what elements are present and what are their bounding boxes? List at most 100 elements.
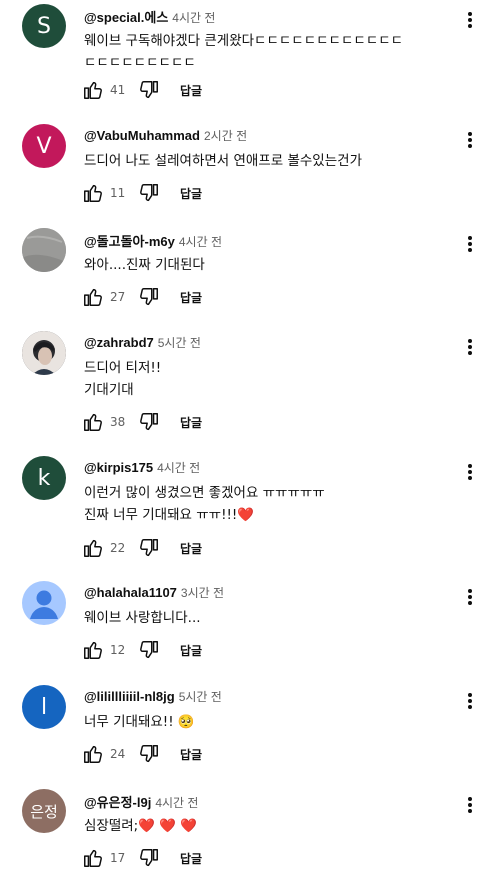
comment-text: 이런거 많이 생겼으면 좋겠어요 ㅠㅠㅠㅠㅠ 진짜 너무 기대돼요 ㅠㅠ!!!❤️	[84, 482, 444, 526]
comment-text: 너무 기대돼요!! 🥺	[84, 711, 444, 733]
comment-text-line: 웨이브 사랑합니다...	[84, 610, 201, 626]
avatar[interactable]	[22, 581, 66, 625]
more-options-icon[interactable]	[466, 130, 474, 152]
comment-text-line: 웨이브 구독해야겠다 큰게왔다ㄷㄷㄷㄷㄷㄷㄷㄷㄷㄷㄷㄷ	[84, 33, 404, 49]
like-count: 41	[110, 83, 126, 97]
more-options-icon[interactable]	[466, 691, 474, 713]
author-name[interactable]: @special.에스	[84, 10, 168, 25]
reply-button[interactable]: 답글	[180, 289, 202, 306]
more-options-icon[interactable]	[466, 337, 474, 359]
like-count: 38	[110, 415, 126, 429]
like-icon[interactable]	[82, 537, 104, 559]
more-options-icon[interactable]	[466, 234, 474, 256]
dislike-icon[interactable]	[138, 411, 160, 433]
comment-text-line: 와아....진짜 기대된다	[84, 257, 205, 273]
avatar-letter: k	[37, 465, 51, 491]
like-icon[interactable]	[82, 182, 104, 204]
avatar[interactable]	[22, 331, 66, 375]
comment-time[interactable]: 5시간 전	[179, 690, 222, 704]
comment-text: 드디어 나도 설레여하면서 연애프로 볼수있는건가	[84, 150, 444, 172]
reply-button[interactable]: 답글	[180, 746, 202, 763]
comment-text-line: 기대기대	[84, 382, 134, 398]
dislike-icon[interactable]	[138, 639, 160, 661]
comment-text-line: 너무 기대돼요!! 🥺	[84, 714, 195, 730]
more-options-icon[interactable]	[466, 587, 474, 609]
author-name[interactable]: @lilillliiiil-nl8jg	[84, 689, 175, 704]
like-icon[interactable]	[82, 79, 104, 101]
avatar[interactable]: l	[22, 685, 66, 729]
comment-header: @돌고돌아-m6y 4시간 전	[84, 231, 222, 250]
avatar[interactable]	[22, 228, 66, 272]
comment-text-line: 심장떨려;❤️ ❤️ ❤️	[84, 818, 198, 834]
like-count: 17	[110, 851, 126, 865]
comment-header: @halahala1107 3시간 전	[84, 584, 224, 601]
like-icon[interactable]	[82, 286, 104, 308]
comment-actions: 17 답글	[82, 845, 202, 871]
comment-time[interactable]: 2시간 전	[204, 129, 247, 143]
dislike-icon[interactable]	[138, 537, 160, 559]
more-options-icon[interactable]	[466, 10, 474, 32]
comment-header: @VabuMuhammad 2시간 전	[84, 127, 247, 144]
comment-header: @kirpis175 4시간 전	[84, 459, 200, 476]
avatar[interactable]: S	[22, 4, 66, 48]
comment-text: 드디어 티저!! 기대기대	[84, 357, 444, 401]
like-icon[interactable]	[82, 639, 104, 661]
comment-text: 웨이브 구독해야겠다 큰게왔다ㄷㄷㄷㄷㄷㄷㄷㄷㄷㄷㄷㄷ ㄷㄷㄷㄷㄷㄷㄷㄷㄷ	[84, 30, 444, 74]
reply-button[interactable]: 답글	[180, 82, 202, 99]
comment-text: 심장떨려;❤️ ❤️ ❤️	[84, 815, 444, 837]
avatar-letter: S	[37, 13, 51, 39]
reply-button[interactable]: 답글	[180, 185, 202, 202]
comment-text: 와아....진짜 기대된다	[84, 254, 444, 276]
author-name[interactable]: @유은정-l9j	[84, 795, 151, 810]
avatar-letter: l	[40, 694, 48, 720]
comment-header: @zahrabd7 5시간 전	[84, 334, 201, 351]
author-name[interactable]: @kirpis175	[84, 460, 153, 475]
avatar-letter: V	[36, 133, 52, 159]
dislike-icon[interactable]	[138, 847, 160, 869]
author-name[interactable]: @halahala1107	[84, 585, 177, 600]
comment-text-line: 드디어 티저!!	[84, 360, 162, 376]
reply-button[interactable]: 답글	[180, 414, 202, 431]
avatar[interactable]: 은정	[22, 789, 66, 833]
comment-time[interactable]: 4시간 전	[172, 11, 215, 25]
like-count: 24	[110, 747, 126, 761]
avatar[interactable]: k	[22, 456, 66, 500]
comment-header: @special.에스 4시간 전	[84, 7, 215, 26]
like-icon[interactable]	[82, 411, 104, 433]
comment-time[interactable]: 3시간 전	[181, 586, 224, 600]
reply-button[interactable]: 답글	[180, 642, 202, 659]
comment-time[interactable]: 4시간 전	[157, 461, 200, 475]
like-count: 22	[110, 541, 126, 555]
dislike-icon[interactable]	[138, 79, 160, 101]
comment-actions: 12 답글	[82, 637, 202, 663]
more-options-icon[interactable]	[466, 795, 474, 817]
like-count: 11	[110, 186, 126, 200]
author-name[interactable]: @zahrabd7	[84, 335, 154, 350]
comment-actions: 11 답글	[82, 180, 202, 206]
comment-actions: 24 답글	[82, 741, 202, 767]
comment-text-line: 이런거 많이 생겼으면 좋겠어요 ㅠㅠㅠㅠㅠ	[84, 485, 325, 501]
dislike-icon[interactable]	[138, 182, 160, 204]
comment-actions: 22 답글	[82, 535, 202, 561]
comment-actions: 41 답글	[82, 77, 202, 103]
dislike-icon[interactable]	[138, 743, 160, 765]
author-name[interactable]: @돌고돌아-m6y	[84, 234, 175, 249]
avatar[interactable]: V	[22, 124, 66, 168]
like-icon[interactable]	[82, 847, 104, 869]
comment-header: @lilillliiiil-nl8jg 5시간 전	[84, 688, 222, 705]
comment-text-line: ㄷㄷㄷㄷㄷㄷㄷㄷㄷ	[84, 55, 196, 71]
like-count: 27	[110, 290, 126, 304]
comment-time[interactable]: 4시간 전	[155, 796, 198, 810]
comment-actions: 27 답글	[82, 284, 202, 310]
reply-button[interactable]: 답글	[180, 850, 202, 867]
comment-text-line: 진짜 너무 기대돼요 ㅠㅠ!!!❤️	[84, 507, 255, 523]
more-options-icon[interactable]	[466, 462, 474, 484]
comment-time[interactable]: 5시간 전	[158, 336, 201, 350]
dislike-icon[interactable]	[138, 286, 160, 308]
comment-time[interactable]: 4시간 전	[179, 235, 222, 249]
reply-button[interactable]: 답글	[180, 540, 202, 557]
comment-actions: 38 답글	[82, 409, 202, 435]
author-name[interactable]: @VabuMuhammad	[84, 128, 200, 143]
like-icon[interactable]	[82, 743, 104, 765]
comment-text-line: 드디어 나도 설레여하면서 연애프로 볼수있는건가	[84, 153, 362, 169]
